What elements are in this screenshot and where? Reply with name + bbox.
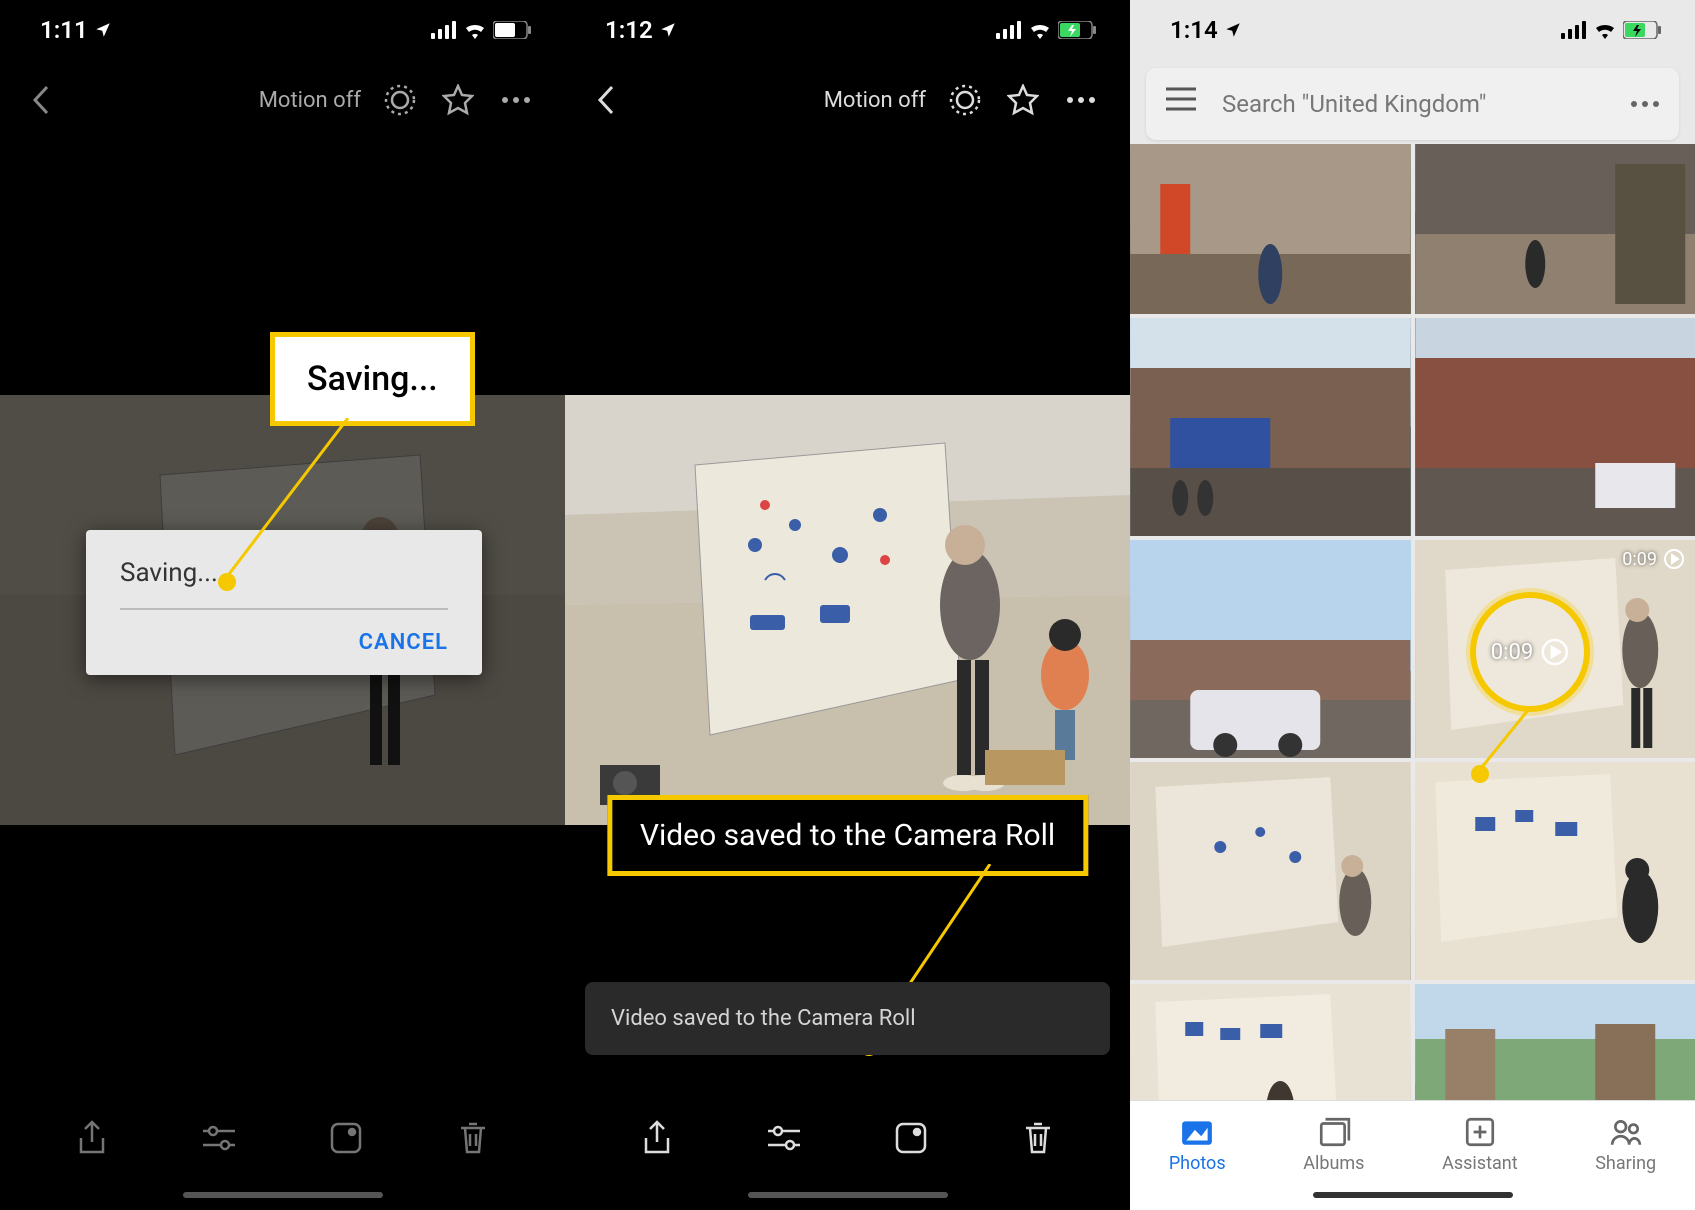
search-bar[interactable]: Search "United Kingdom": [1146, 68, 1679, 140]
wifi-icon: [1028, 21, 1052, 39]
tab-sharing[interactable]: Sharing: [1595, 1115, 1656, 1174]
callout-video-saved: Video saved to the Camera Roll: [607, 795, 1088, 876]
location-arrow-icon: [659, 21, 677, 39]
motion-icon[interactable]: [944, 79, 986, 121]
favorite-star-icon[interactable]: [437, 79, 479, 121]
status-icons: [996, 21, 1096, 39]
battery-charging-icon: [1623, 21, 1661, 39]
status-icons: [431, 21, 531, 39]
motion-icon[interactable]: [379, 79, 421, 121]
wifi-icon: [463, 21, 487, 39]
share-button[interactable]: [70, 1116, 114, 1160]
screenshot-2-video-saved: 1:12 Motion off: [565, 0, 1130, 1210]
callout-circle: 0:09: [1470, 592, 1590, 712]
time-text: 1:12: [605, 16, 653, 44]
back-button[interactable]: [585, 80, 625, 120]
screenshot-1-saving-dialog: 1:11 Motion off: [0, 0, 565, 1210]
wifi-icon: [1593, 21, 1617, 39]
tab-label: Sharing: [1595, 1153, 1656, 1174]
home-indicator[interactable]: [183, 1192, 383, 1198]
saving-dialog: Saving... CANCEL: [86, 530, 482, 675]
photo-header: Motion off: [565, 60, 1130, 140]
tab-label: Albums: [1303, 1153, 1364, 1174]
motion-status-text: Motion off: [259, 88, 361, 113]
home-indicator[interactable]: [1313, 1192, 1513, 1198]
photo-header: Motion off: [0, 60, 565, 140]
grid-photo[interactable]: [1130, 984, 1411, 1100]
delete-trash-button[interactable]: [451, 1116, 495, 1160]
grid-photo[interactable]: [1130, 762, 1411, 980]
cancel-button[interactable]: CANCEL: [120, 630, 448, 655]
grid-photo[interactable]: [1415, 984, 1695, 1100]
photo-grid: 0:09: [1130, 144, 1695, 1100]
callout-pointer-dot: [1471, 765, 1489, 783]
sharing-icon: [1609, 1115, 1643, 1149]
menu-hamburger-icon[interactable]: [1166, 87, 1200, 121]
delete-trash-button[interactable]: [1016, 1116, 1060, 1160]
location-arrow-icon: [94, 21, 112, 39]
callout-saving-label: Saving...: [270, 332, 475, 426]
edit-sliders-button[interactable]: [762, 1116, 806, 1160]
status-bar: 1:12: [565, 0, 1130, 60]
motion-status-text: Motion off: [824, 88, 926, 113]
time-text: 1:14: [1170, 16, 1218, 44]
status-icons: [1561, 21, 1661, 39]
dialog-title: Saving...: [120, 558, 448, 588]
status-bar: 1:14: [1130, 0, 1695, 60]
photo-preview[interactable]: [565, 395, 1130, 825]
tab-assistant[interactable]: Assistant: [1442, 1115, 1518, 1174]
grid-photo[interactable]: [1130, 144, 1411, 314]
status-bar: 1:11: [0, 0, 565, 60]
location-arrow-icon: [1224, 21, 1242, 39]
grid-photo[interactable]: [1415, 762, 1695, 980]
callout-pointer-dot: [218, 573, 236, 591]
progress-line: [120, 608, 448, 610]
grid-photo[interactable]: [1130, 318, 1411, 536]
play-circle-icon: [1663, 548, 1685, 570]
more-options-icon[interactable]: [495, 79, 537, 121]
toast-video-saved: Video saved to the Camera Roll: [585, 982, 1110, 1055]
cellular-signal-icon: [1561, 21, 1587, 39]
tab-label: Photos: [1169, 1153, 1226, 1174]
tab-photos[interactable]: Photos: [1169, 1115, 1226, 1174]
assistant-icon: [1463, 1115, 1497, 1149]
battery-charging-icon: [1058, 21, 1096, 39]
bottom-toolbar: [0, 1116, 565, 1160]
albums-icon: [1317, 1115, 1351, 1149]
favorite-star-icon[interactable]: [1002, 79, 1044, 121]
search-more-icon[interactable]: [1631, 101, 1659, 107]
battery-icon: [493, 21, 531, 39]
lens-button[interactable]: [889, 1116, 933, 1160]
edit-sliders-button[interactable]: [197, 1116, 241, 1160]
home-indicator[interactable]: [748, 1192, 948, 1198]
screenshot-3-photos-grid: 1:14 Search "United Kingdom": [1130, 0, 1695, 1210]
search-placeholder: Search "United Kingdom": [1222, 90, 1631, 118]
status-time: 1:12: [605, 16, 677, 44]
time-text: 1:11: [40, 16, 88, 44]
grid-photo[interactable]: [1415, 144, 1695, 314]
more-options-icon[interactable]: [1060, 79, 1102, 121]
lens-button[interactable]: [324, 1116, 368, 1160]
photos-icon: [1180, 1115, 1214, 1149]
tab-albums[interactable]: Albums: [1303, 1115, 1364, 1174]
status-time: 1:11: [40, 16, 112, 44]
status-time: 1:14: [1170, 16, 1242, 44]
video-duration-badge: 0:09: [1622, 548, 1685, 570]
play-circle-icon: [1541, 638, 1569, 666]
tab-label: Assistant: [1442, 1153, 1518, 1174]
cellular-signal-icon: [431, 21, 457, 39]
video-duration-text: 0:09: [1622, 549, 1657, 570]
back-button[interactable]: [20, 80, 60, 120]
grid-photo[interactable]: [1415, 318, 1695, 536]
grid-photo[interactable]: [1130, 540, 1411, 758]
callout-duration-text: 0:09: [1491, 640, 1533, 665]
share-button[interactable]: [635, 1116, 679, 1160]
cellular-signal-icon: [996, 21, 1022, 39]
bottom-toolbar: [565, 1116, 1130, 1160]
